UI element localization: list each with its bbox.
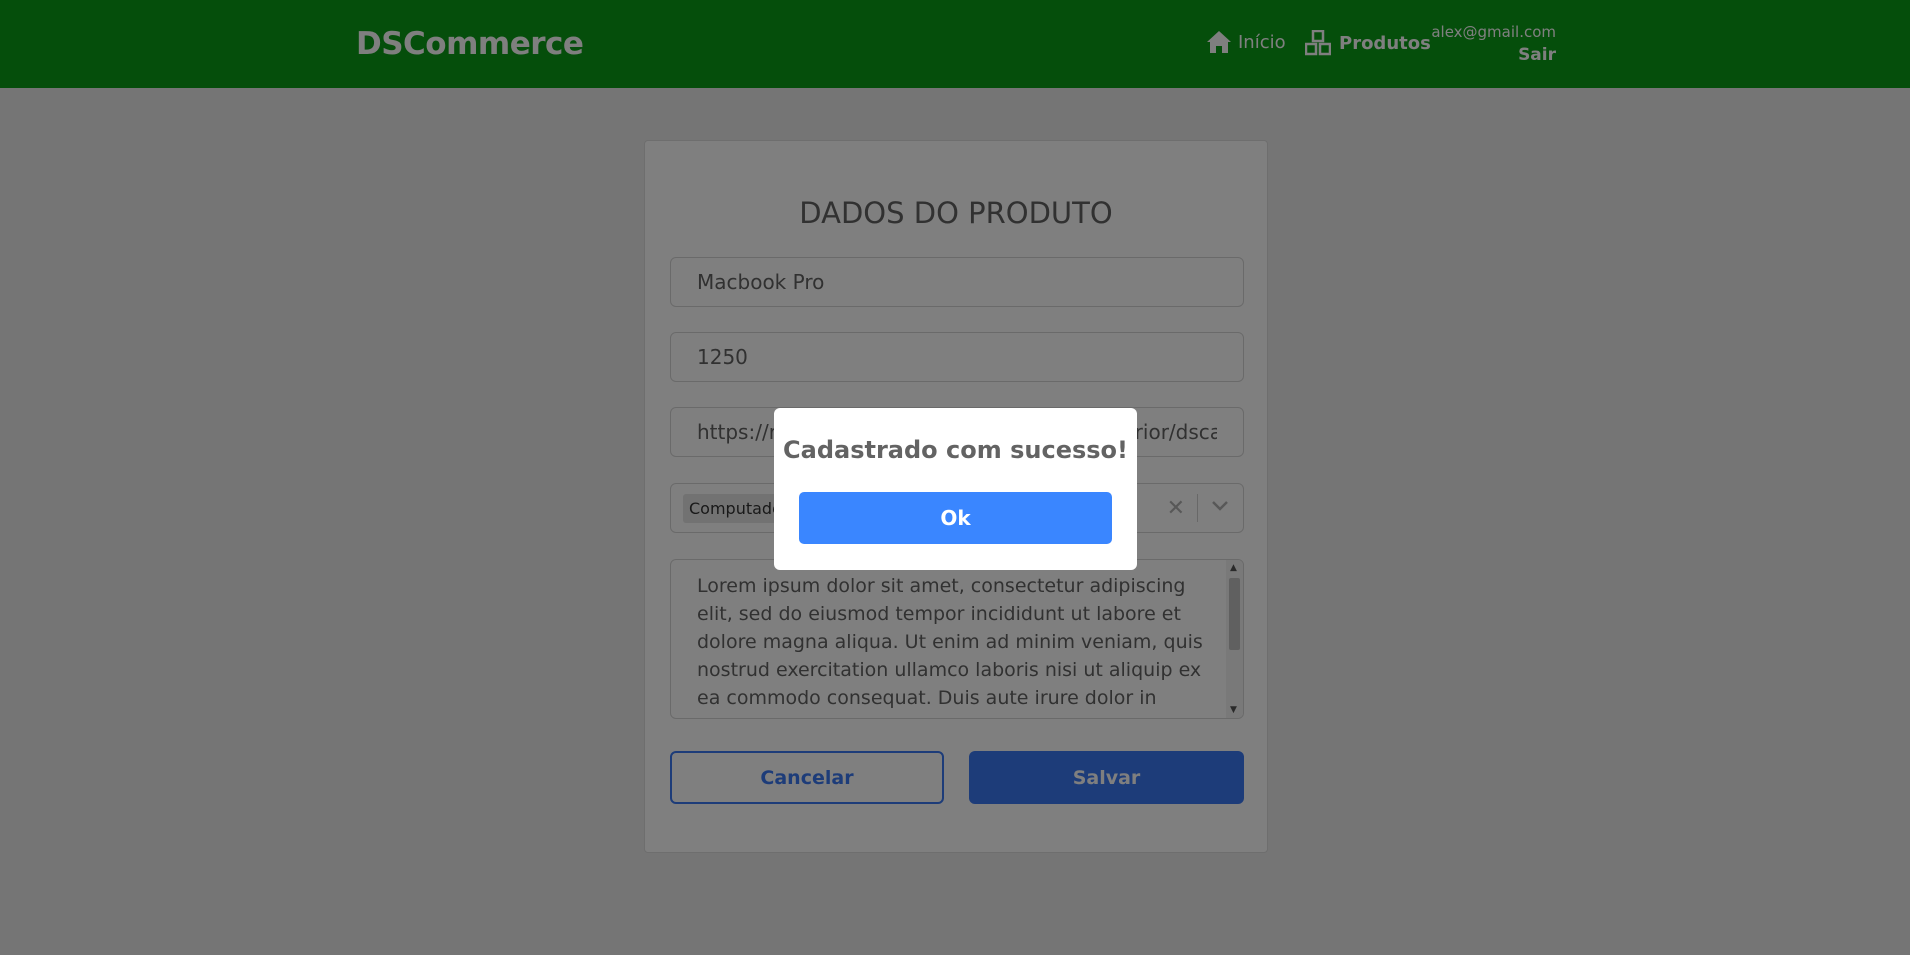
success-dialog: Cadastrado com sucesso! Ok [774, 408, 1137, 570]
dialog-message: Cadastrado com sucesso! [783, 436, 1128, 464]
ok-button[interactable]: Ok [799, 492, 1112, 544]
